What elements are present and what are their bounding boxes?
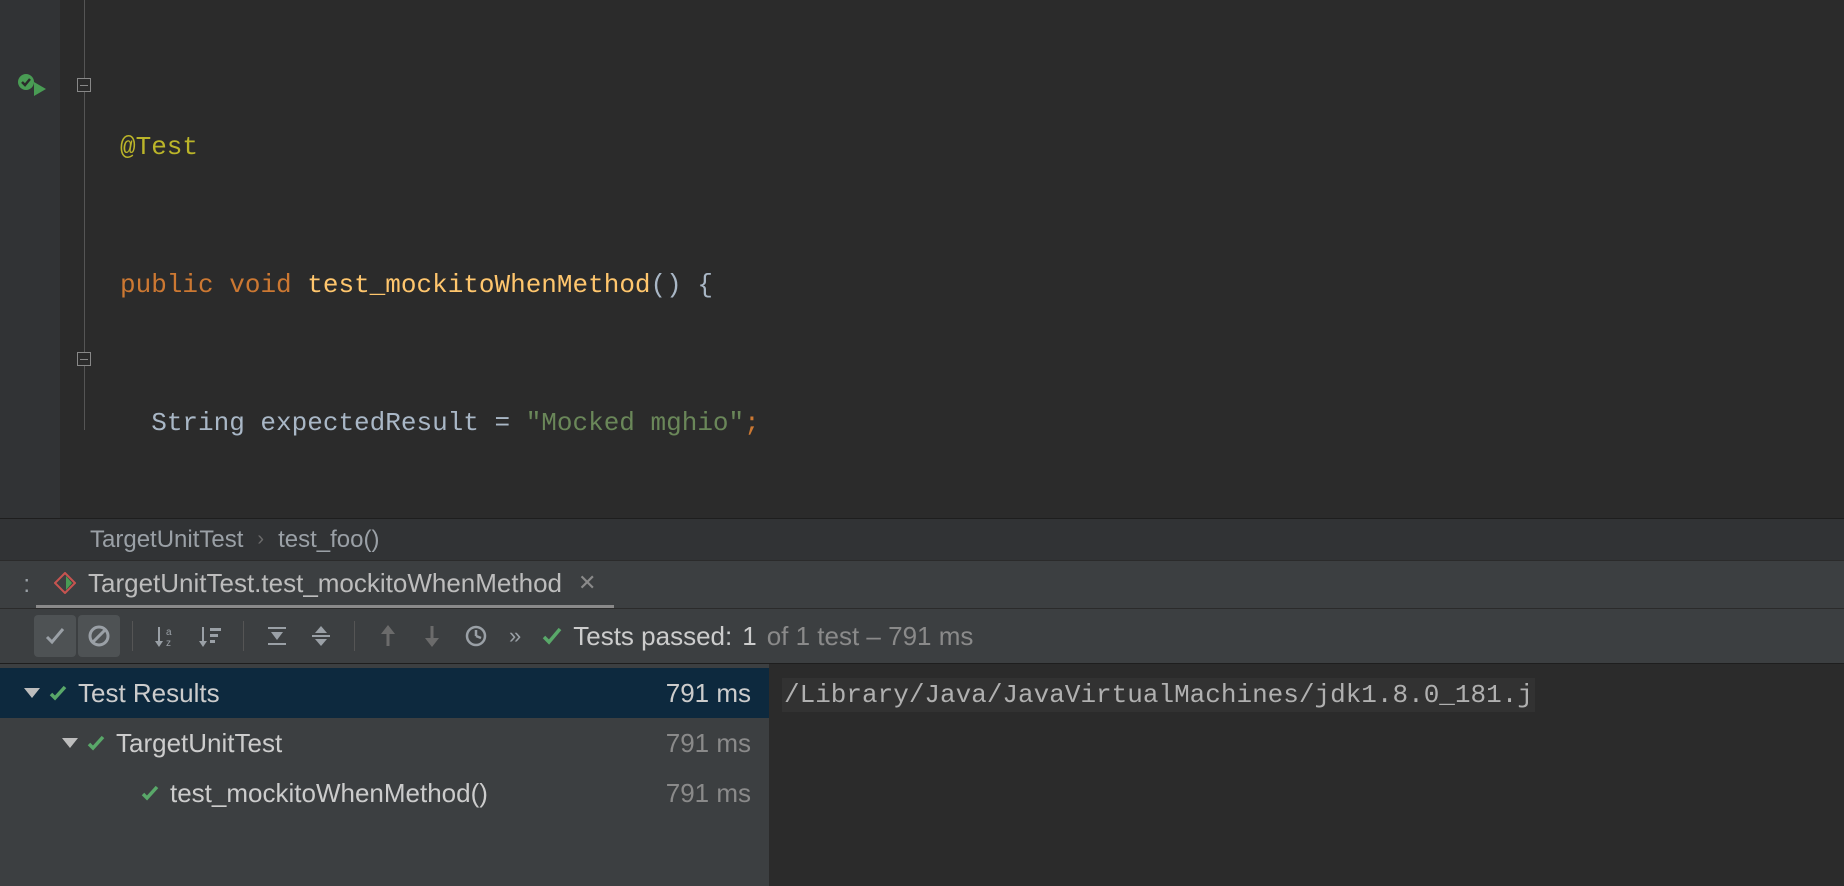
breadcrumb-separator-icon: › [257, 528, 264, 551]
code-text: String expectedResult = [151, 408, 525, 438]
test-node-duration: 791 ms [666, 728, 751, 759]
test-passed-icon [140, 783, 160, 803]
code-editor[interactable]: @Test public void test_mockitoWhenMethod… [0, 0, 1844, 518]
run-config-tab[interactable]: TargetUnitTest.test_mockitoWhenMethod ✕ [36, 561, 614, 608]
test-console[interactable]: /Library/Java/JavaVirtualMachines/jdk1.8… [770, 664, 1844, 886]
sort-alpha-button[interactable]: az [145, 615, 187, 657]
code-text: ; [744, 408, 760, 438]
show-ignored-toggle[interactable] [78, 615, 120, 657]
svg-text:z: z [166, 638, 171, 648]
sort-duration-button[interactable] [189, 615, 231, 657]
run-config-icon [54, 572, 76, 594]
breadcrumb-class[interactable]: TargetUnitTest [90, 526, 243, 554]
test-node-label: test_mockitoWhenMethod() [170, 778, 488, 809]
string-literal: "Mocked mghio" [526, 408, 744, 438]
expand-arrow-icon[interactable] [62, 738, 78, 748]
fold-end-icon[interactable] [77, 352, 91, 366]
svg-text:a: a [166, 627, 172, 638]
annotation: @Test [120, 132, 198, 162]
run-tab-bar: : TargetUnitTest.test_mockitoWhenMethod … [0, 560, 1844, 608]
status-count: 1 [742, 621, 756, 652]
expand-all-button[interactable] [256, 615, 298, 657]
show-passed-toggle[interactable] [34, 615, 76, 657]
toolbar-separator [243, 621, 244, 651]
keyword: void [229, 270, 291, 300]
status-tail: of 1 test – 791 ms [767, 621, 974, 652]
test-passed-icon [48, 683, 68, 703]
test-tree-row[interactable]: test_mockitoWhenMethod() 791 ms [0, 768, 769, 818]
run-config-tab-title: TargetUnitTest.test_mockitoWhenMethod [88, 568, 562, 599]
test-tree[interactable]: Test Results791 msTargetUnitTest791 mste… [0, 664, 770, 886]
test-status-summary: Tests passed: 1 of 1 test – 791 ms [541, 621, 973, 652]
breadcrumb-method[interactable]: test_foo() [278, 526, 379, 554]
test-node-label: TargetUnitTest [116, 728, 282, 759]
method-name: test_mockitoWhenMethod [307, 270, 650, 300]
test-tree-row[interactable]: TargetUnitTest 791 ms [0, 718, 769, 768]
close-icon[interactable]: ✕ [578, 570, 596, 596]
test-toolbar-buttons: az » [0, 615, 521, 657]
test-toolbar: az » Tests passed: 1 of 1 test – 791 ms [0, 608, 1844, 664]
run-test-gutter-icon[interactable] [18, 74, 46, 96]
run-tab-bar-label: : [0, 571, 36, 599]
test-history-button[interactable] [455, 615, 497, 657]
toolbar-overflow-icon[interactable]: » [509, 623, 521, 649]
test-node-duration: 791 ms [666, 678, 751, 709]
prev-failed-button[interactable] [367, 615, 409, 657]
check-icon [541, 625, 563, 647]
code-text: () { [651, 270, 713, 300]
breadcrumb-bar: TargetUnitTest › test_foo() [0, 518, 1844, 560]
test-tree-row[interactable]: Test Results 791 ms [0, 668, 769, 718]
keyword: public [120, 270, 214, 300]
test-node-label: Test Results [78, 678, 220, 709]
expand-arrow-icon[interactable] [24, 688, 40, 698]
status-prefix: Tests passed: [573, 621, 732, 652]
next-failed-button[interactable] [411, 615, 453, 657]
test-results-panel: Test Results791 msTargetUnitTest791 mste… [0, 664, 1844, 886]
toolbar-separator [354, 621, 355, 651]
toolbar-separator [132, 621, 133, 651]
fold-start-icon[interactable] [77, 78, 91, 92]
console-line: /Library/Java/JavaVirtualMachines/jdk1.8… [782, 678, 1535, 712]
test-node-duration: 791 ms [666, 778, 751, 809]
collapse-all-button[interactable] [300, 615, 342, 657]
test-passed-icon [86, 733, 106, 753]
